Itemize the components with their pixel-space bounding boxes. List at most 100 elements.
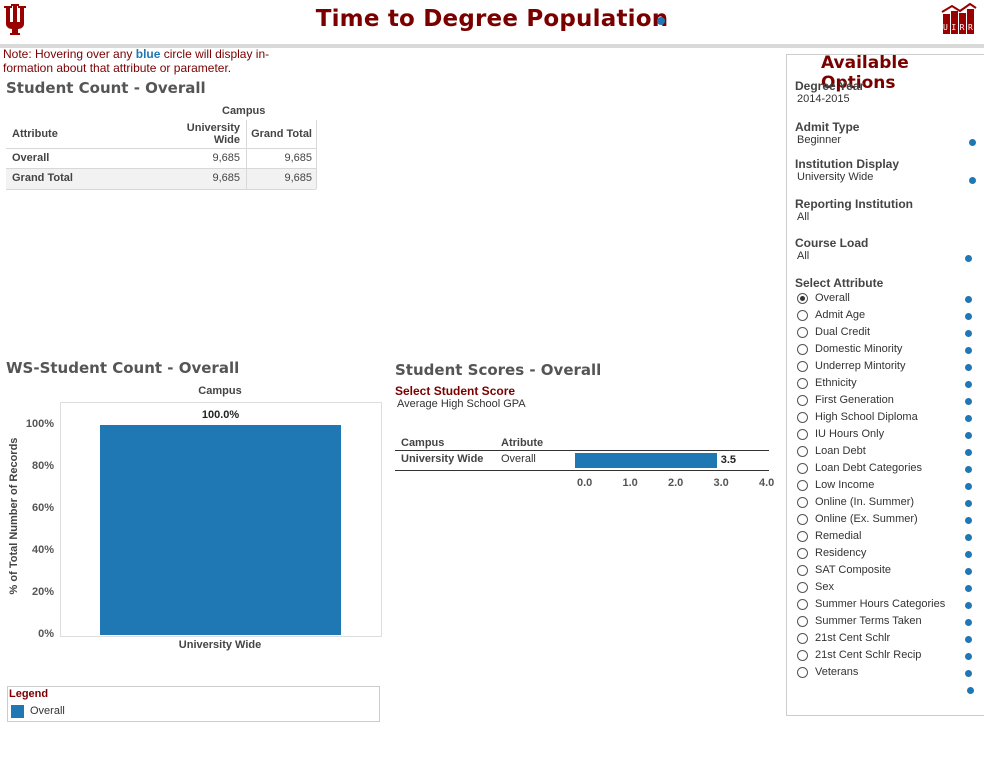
radio-button[interactable] [797,412,808,423]
attribute-info-dot[interactable] [965,381,972,388]
reporting-institution-select[interactable]: All [797,211,809,223]
attribute-info-dot[interactable] [965,466,972,473]
radio-button[interactable] [797,650,808,661]
score-axis-tick: 4.0 [759,477,775,489]
attribute-option[interactable]: Online (In. Summer) [797,495,947,512]
radio-button[interactable] [797,514,808,525]
uirr-logo-text: UIRR [943,23,977,32]
bar-university-wide[interactable] [100,425,341,635]
attribute-option[interactable]: Sex [797,580,947,597]
attribute-info-dot[interactable] [965,449,972,456]
attribute-info-dot[interactable] [965,364,972,371]
attribute-info-dot[interactable] [965,330,972,337]
radio-button[interactable] [797,463,808,474]
radio-button[interactable] [797,599,808,610]
attribute-info-dot[interactable] [965,483,972,490]
radio-button[interactable] [797,378,808,389]
attribute-option-label: Loan Debt Categories [815,462,923,474]
attribute-option[interactable]: SAT Composite [797,563,947,580]
scores-header-rule [395,450,769,451]
radio-button[interactable] [797,361,808,372]
attribute-option-label: Admit Age [815,309,866,321]
radio-button[interactable] [797,293,808,304]
radio-button[interactable] [797,446,808,457]
attribute-option[interactable]: Admit Age [797,308,947,325]
title-info-dot[interactable] [657,17,665,25]
radio-button[interactable] [797,344,808,355]
course-load-select[interactable]: All [797,250,809,262]
attribute-option[interactable]: 21st Cent Schlr Recip [797,648,947,665]
radio-button[interactable] [797,667,808,678]
attribute-info-dot[interactable] [965,432,972,439]
ws-chart-title: WS-Student Count - Overall [6,359,240,377]
legend-item-label[interactable]: Overall [30,705,65,717]
attribute-option[interactable]: Underrep Mintority [797,359,947,376]
attribute-option[interactable]: Summer Terms Taken [797,614,947,631]
row-university-wide: 9,685 [212,172,240,184]
score-bar[interactable] [575,453,717,468]
radio-button[interactable] [797,327,808,338]
attribute-info-dot[interactable] [965,670,972,677]
radio-button[interactable] [797,531,808,542]
attribute-option[interactable]: Residency [797,546,947,563]
attribute-info-dot[interactable] [965,415,972,422]
attribute-info-dot[interactable] [965,517,972,524]
attribute-option[interactable]: Dual Credit [797,325,947,342]
radio-button[interactable] [797,633,808,644]
attribute-option[interactable]: Overall [797,291,947,308]
attribute-option[interactable]: Loan Debt [797,444,947,461]
scores-col-campus: Campus [401,437,445,449]
attribute-info-dot[interactable] [965,500,972,507]
attribute-option[interactable]: First Generation [797,393,947,410]
attribute-info-dot[interactable] [965,653,972,660]
radio-button[interactable] [797,582,808,593]
admit-type-info-dot[interactable] [969,139,976,146]
radio-button[interactable] [797,548,808,559]
scores-col-attribute: Atribute [501,437,544,449]
radio-button[interactable] [797,497,808,508]
attribute-option[interactable]: Veterans [797,665,947,682]
attribute-info-dot[interactable] [965,347,972,354]
course-load-info-dot[interactable] [965,255,972,262]
attribute-option-label: 21st Cent Schlr Recip [815,649,922,661]
bar-data-label: 100.0% [201,409,240,421]
attribute-info-dot[interactable] [965,585,972,592]
institution-display-info-dot[interactable] [969,177,976,184]
attribute-option[interactable]: High School Diploma [797,410,947,427]
select-score-dropdown[interactable]: Average High School GPA [397,398,526,410]
attribute-option[interactable]: Ethnicity [797,376,947,393]
attribute-info-dot[interactable] [965,602,972,609]
score-axis-tick: 0.0 [577,477,593,489]
attribute-option[interactable]: Summer Hours Categories [797,597,947,614]
row-label: Grand Total [12,172,73,184]
attribute-option[interactable]: Loan Debt Categories [797,461,947,478]
table-row: Overall 9,685 9,685 [6,148,316,169]
radio-button[interactable] [797,395,808,406]
attribute-info-dot[interactable] [965,619,972,626]
attribute-info-dot[interactable] [965,398,972,405]
attribute-info-dot[interactable] [967,687,974,694]
admit-type-select[interactable]: Beginner [797,134,841,146]
attribute-info-dot[interactable] [965,534,972,541]
attribute-option[interactable]: Low Income [797,478,947,495]
radio-button[interactable] [797,480,808,491]
radio-button[interactable] [797,616,808,627]
radio-button[interactable] [797,310,808,321]
attribute-option[interactable]: IU Hours Only [797,427,947,444]
attribute-info-dot[interactable] [965,551,972,558]
attribute-option-label: Summer Hours Categories [815,598,945,610]
degree-year-select[interactable]: 2014-2015 [797,93,850,105]
attribute-info-dot[interactable] [965,313,972,320]
institution-display-select[interactable]: University Wide [797,171,873,183]
attribute-option-label: Ethnicity [815,377,857,389]
radio-button[interactable] [797,429,808,440]
attribute-option[interactable]: Online (Ex. Summer) [797,512,947,529]
attribute-info-dot[interactable] [965,296,972,303]
attribute-option[interactable]: Remedial [797,529,947,546]
radio-button[interactable] [797,565,808,576]
scores-row-attribute: Overall [501,453,536,465]
attribute-info-dot[interactable] [965,636,972,643]
attribute-option[interactable]: Domestic Minority [797,342,947,359]
attribute-option[interactable]: 21st Cent Schlr [797,631,947,648]
attribute-info-dot[interactable] [965,568,972,575]
